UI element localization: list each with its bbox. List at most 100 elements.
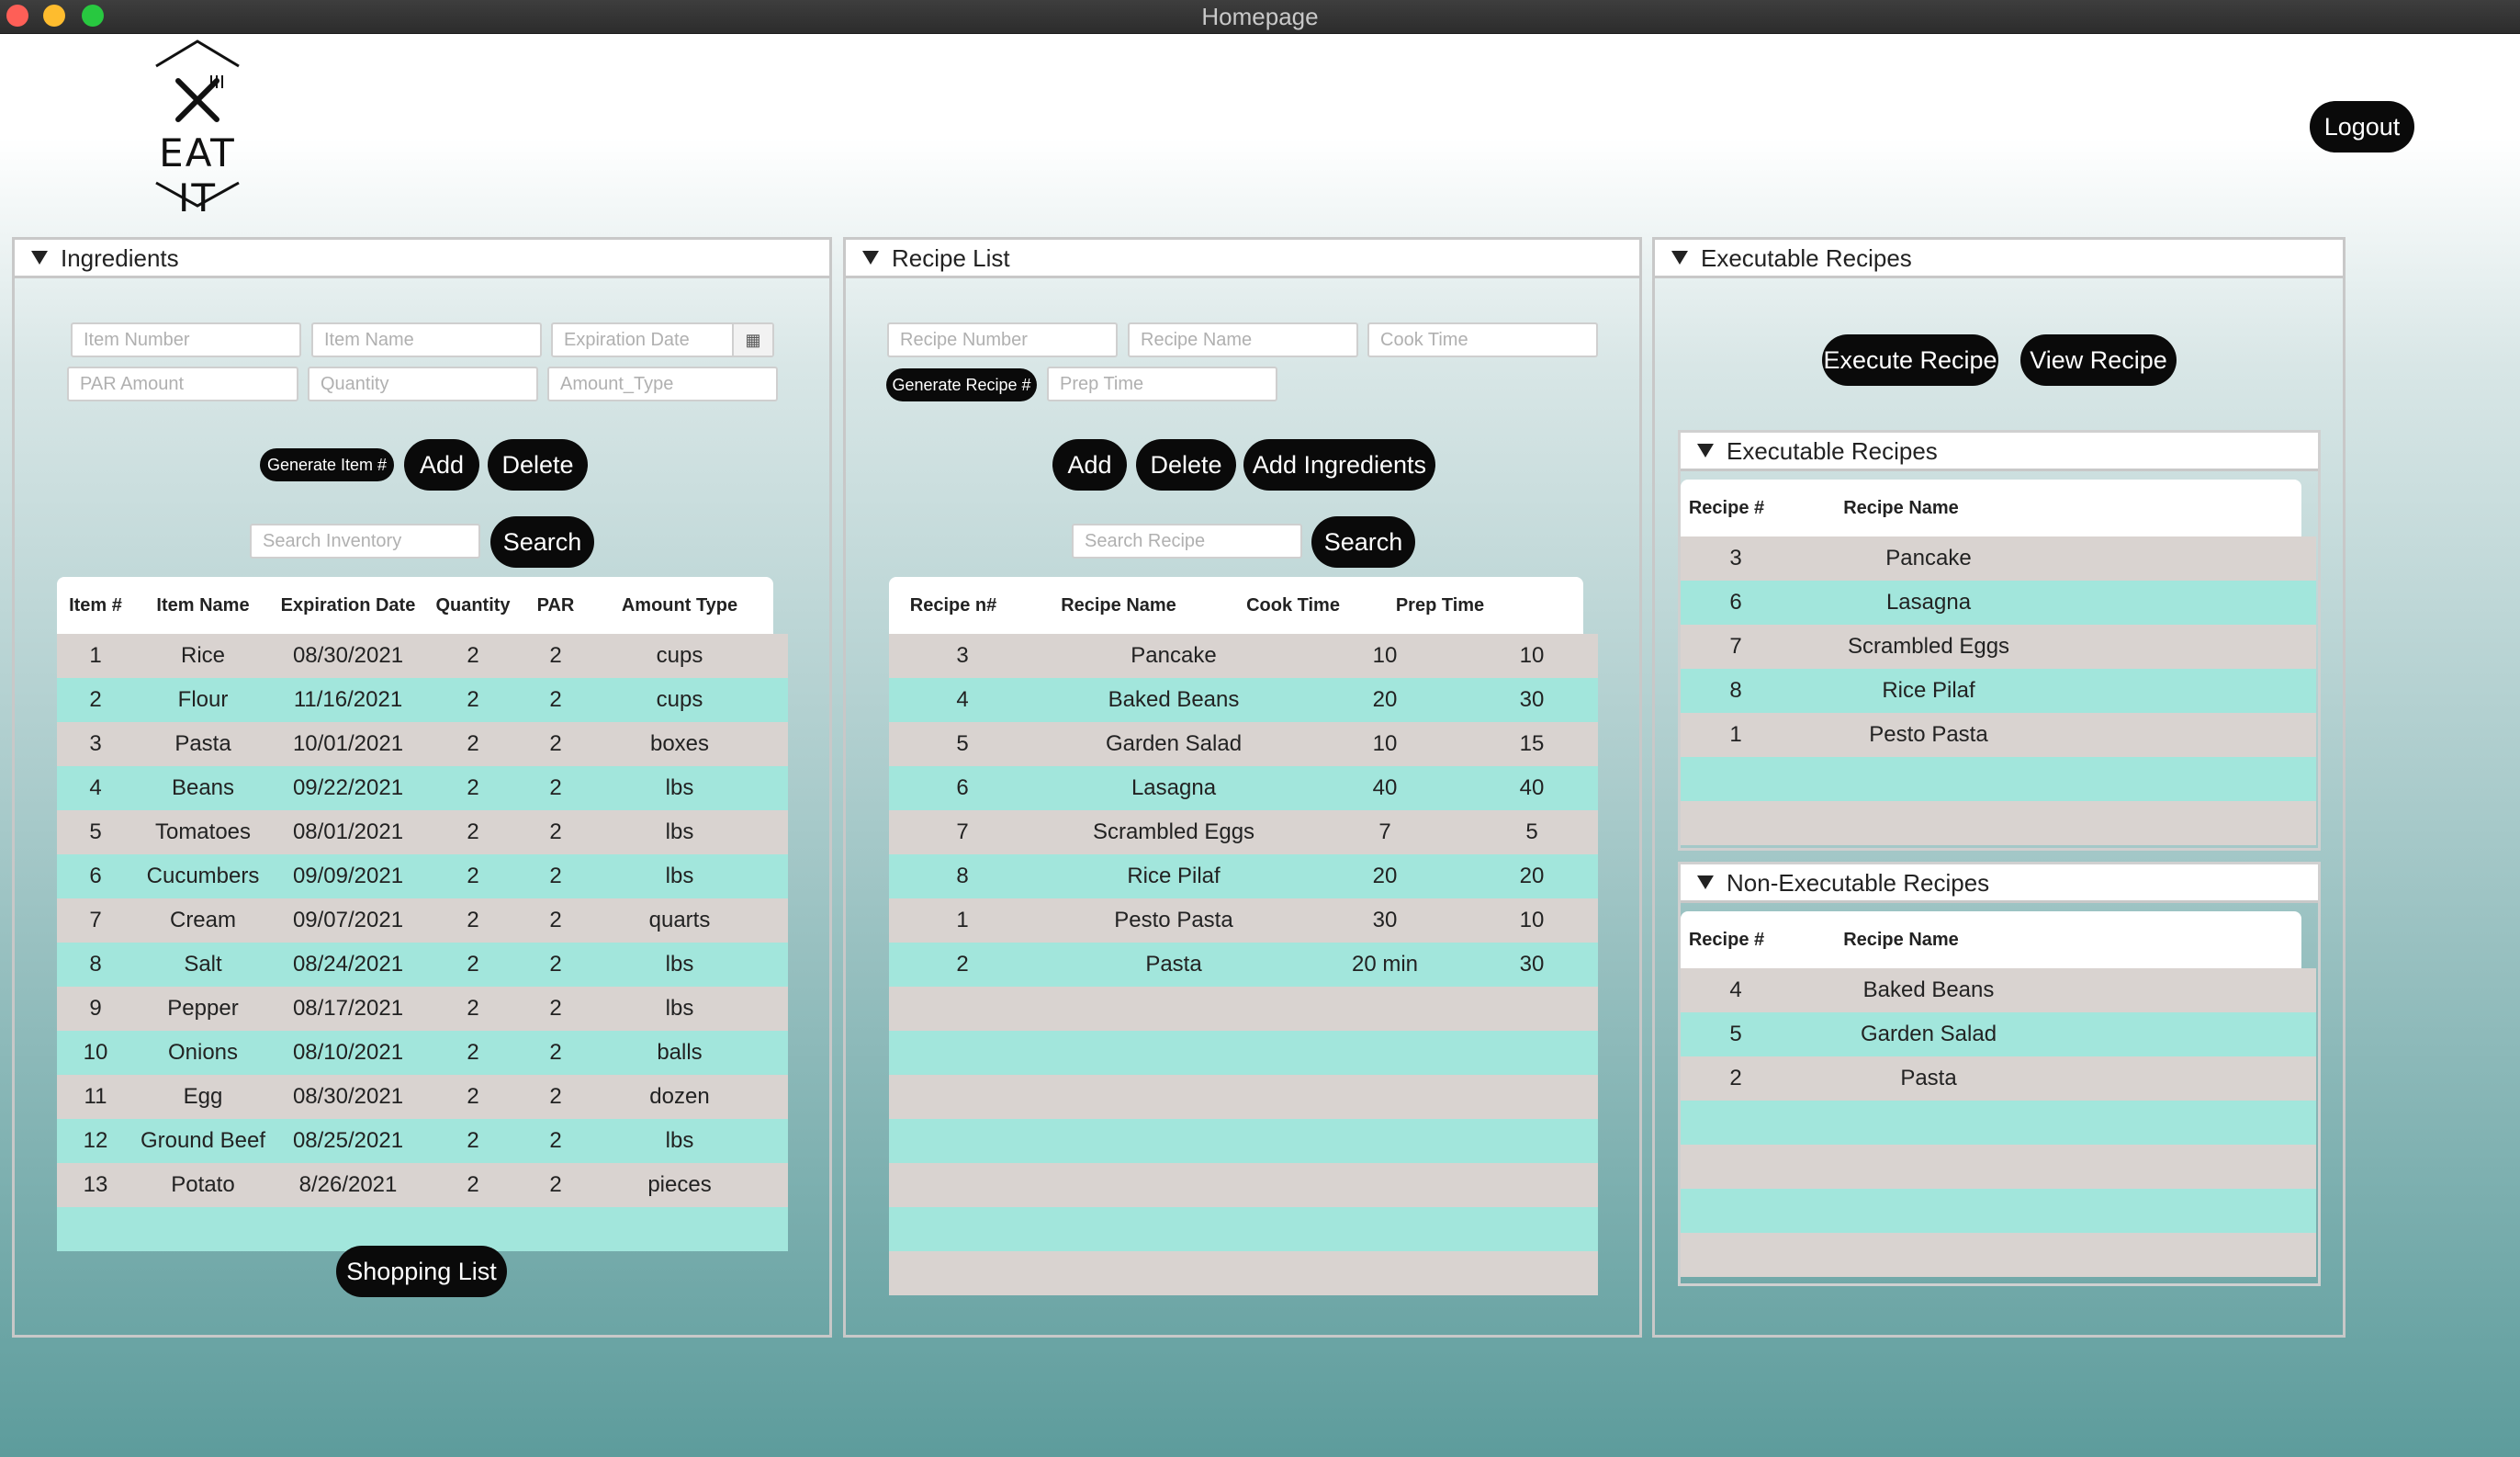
prep-time-input[interactable]: Prep Time — [1047, 367, 1277, 401]
table-row[interactable]: 7 Scrambled Eggs 7 5 — [889, 810, 1598, 854]
executable-subpanel-header[interactable]: Executable Recipes — [1681, 433, 2318, 471]
ingredients-panel-header[interactable]: Ingredients — [15, 240, 829, 278]
table-row[interactable]: 11 Egg 08/30/2021 2 2 dozen — [57, 1075, 788, 1119]
execute-recipe-button[interactable]: Execute Recipe — [1822, 334, 1998, 386]
empty-table-row[interactable] — [1681, 1101, 2316, 1145]
table-cell: Cucumbers — [146, 864, 260, 888]
column-header[interactable]: Recipe Name — [1772, 480, 2030, 536]
table-cell: Flour — [177, 687, 229, 712]
eat-it-logo: EAT IT — [147, 39, 248, 220]
column-header[interactable]: Item Name — [134, 577, 272, 634]
table-row[interactable]: 8 Salt 08/24/2021 2 2 lbs — [57, 943, 788, 987]
table-cell: 5 — [956, 731, 969, 756]
empty-table-row[interactable] — [1681, 801, 2316, 845]
column-header[interactable]: Recipe # — [1681, 911, 1772, 968]
recipe-name-input[interactable]: Recipe Name — [1128, 322, 1358, 357]
logout-button[interactable]: Logout — [2310, 101, 2414, 152]
non-executable-subpanel-header[interactable]: Non-Executable Recipes — [1681, 864, 2318, 903]
table-row[interactable]: 9 Pepper 08/17/2021 2 2 lbs — [57, 987, 788, 1031]
search-inventory-button[interactable]: Search — [490, 516, 594, 568]
search-recipe-button[interactable]: Search — [1311, 516, 1415, 568]
table-row[interactable]: 13 Potato 8/26/2021 2 2 pieces — [57, 1163, 788, 1207]
shopping-list-button[interactable]: Shopping List — [336, 1246, 507, 1297]
view-recipe-button[interactable]: View Recipe — [2020, 334, 2177, 386]
table-row[interactable]: 6 Lasagna 40 40 — [889, 766, 1598, 810]
search-inventory-input[interactable]: Search Inventory — [250, 524, 480, 559]
add-ingredients-button[interactable]: Add Ingredients — [1243, 439, 1435, 491]
table-cell: 2 — [549, 996, 562, 1021]
table-row[interactable]: 3 Pasta 10/01/2021 2 2 boxes — [57, 722, 788, 766]
table-row[interactable]: 1 Rice 08/30/2021 2 2 cups — [57, 634, 788, 678]
expiration-date-input[interactable]: Expiration Date ▦ — [551, 322, 774, 357]
table-row[interactable]: 6 Cucumbers 09/09/2021 2 2 lbs — [57, 854, 788, 898]
par-amount-input[interactable]: PAR Amount — [67, 367, 298, 401]
empty-table-row[interactable] — [889, 1251, 1598, 1295]
table-row[interactable]: 3 Pancake 10 10 — [889, 634, 1598, 678]
table-row[interactable]: 4 Beans 09/22/2021 2 2 lbs — [57, 766, 788, 810]
table-row[interactable]: 1 Pesto Pasta 30 10 — [889, 898, 1598, 943]
empty-table-row[interactable] — [1681, 1233, 2316, 1277]
table-row[interactable]: 1 Pesto Pasta — [1681, 713, 2316, 757]
add-ingredient-button[interactable]: Add — [404, 439, 479, 491]
table-row[interactable]: 3 Pancake — [1681, 536, 2316, 581]
empty-table-row[interactable] — [889, 987, 1598, 1031]
table-row[interactable]: 6 Lasagna — [1681, 581, 2316, 625]
table-row[interactable]: 8 Rice Pilaf 20 20 — [889, 854, 1598, 898]
table-row[interactable]: 8 Rice Pilaf — [1681, 669, 2316, 713]
table-row[interactable]: 4 Baked Beans — [1681, 968, 2316, 1012]
empty-table-row[interactable] — [889, 1075, 1598, 1119]
recipe-list-panel-header[interactable]: Recipe List — [846, 240, 1639, 278]
table-row[interactable]: 5 Garden Salad — [1681, 1012, 2316, 1056]
empty-table-row[interactable] — [1681, 1145, 2316, 1189]
column-header[interactable]: Recipe # — [1681, 480, 1772, 536]
table-cell: 3 — [956, 643, 969, 668]
table-cell: Rice — [180, 643, 225, 668]
table-cell: 2 — [467, 996, 479, 1021]
table-cell: 11 — [84, 1084, 107, 1109]
recipe-number-input[interactable]: Recipe Number — [887, 322, 1118, 357]
column-header[interactable]: Expiration Date — [272, 577, 424, 634]
table-row[interactable]: 7 Cream 09/07/2021 2 2 quarts — [57, 898, 788, 943]
column-header[interactable]: Item # — [57, 577, 134, 634]
item-name-input[interactable]: Item Name — [311, 322, 542, 357]
empty-table-row[interactable] — [889, 1163, 1598, 1207]
empty-table-row[interactable] — [1681, 1189, 2316, 1233]
column-header[interactable]: Quantity — [424, 577, 522, 634]
table-row[interactable]: 2 Pasta 20 min 30 — [889, 943, 1598, 987]
empty-table-row[interactable] — [57, 1207, 788, 1251]
column-header[interactable]: Prep Time — [1367, 577, 1513, 634]
generate-item-number-button[interactable]: Generate Item # — [260, 448, 394, 481]
table-row[interactable]: 5 Tomatoes 08/01/2021 2 2 lbs — [57, 810, 788, 854]
empty-table-row[interactable] — [889, 1119, 1598, 1163]
column-header[interactable]: Cook Time — [1220, 577, 1367, 634]
table-row[interactable]: 4 Baked Beans 20 30 — [889, 678, 1598, 722]
table-cell: cups — [656, 643, 703, 668]
table-row[interactable]: 10 Onions 08/10/2021 2 2 balls — [57, 1031, 788, 1075]
table-row[interactable]: 7 Scrambled Eggs — [1681, 625, 2316, 669]
table-cell: Ground Beef — [140, 1128, 266, 1153]
search-recipe-input[interactable]: Search Recipe — [1072, 524, 1302, 559]
executable-recipes-panel-header[interactable]: Executable Recipes — [1655, 240, 2343, 278]
column-header[interactable]: Recipe n# — [889, 577, 1018, 634]
table-row[interactable]: 5 Garden Salad 10 15 — [889, 722, 1598, 766]
delete-recipe-button[interactable]: Delete — [1136, 439, 1236, 491]
cook-time-input[interactable]: Cook Time — [1367, 322, 1598, 357]
delete-ingredient-button[interactable]: Delete — [488, 439, 588, 491]
empty-table-row[interactable] — [889, 1207, 1598, 1251]
table-row[interactable]: 2 Pasta — [1681, 1056, 2316, 1101]
amount-type-input[interactable]: Amount_Type — [547, 367, 778, 401]
column-header[interactable]: Recipe Name — [1018, 577, 1220, 634]
item-number-input[interactable]: Item Number — [71, 322, 301, 357]
column-header[interactable]: Recipe Name — [1772, 911, 2030, 968]
table-row[interactable]: 12 Ground Beef 08/25/2021 2 2 lbs — [57, 1119, 788, 1163]
generate-recipe-number-button[interactable]: Generate Recipe # — [886, 368, 1037, 401]
quantity-input[interactable]: Quantity — [308, 367, 538, 401]
table-cell: 2 — [549, 864, 562, 888]
empty-table-row[interactable] — [889, 1031, 1598, 1075]
column-header[interactable]: PAR — [522, 577, 590, 634]
calendar-icon[interactable]: ▦ — [732, 324, 772, 356]
empty-table-row[interactable] — [1681, 757, 2316, 801]
add-recipe-button[interactable]: Add — [1052, 439, 1127, 491]
table-row[interactable]: 2 Flour 11/16/2021 2 2 cups — [57, 678, 788, 722]
column-header[interactable]: Amount Type — [590, 577, 770, 634]
